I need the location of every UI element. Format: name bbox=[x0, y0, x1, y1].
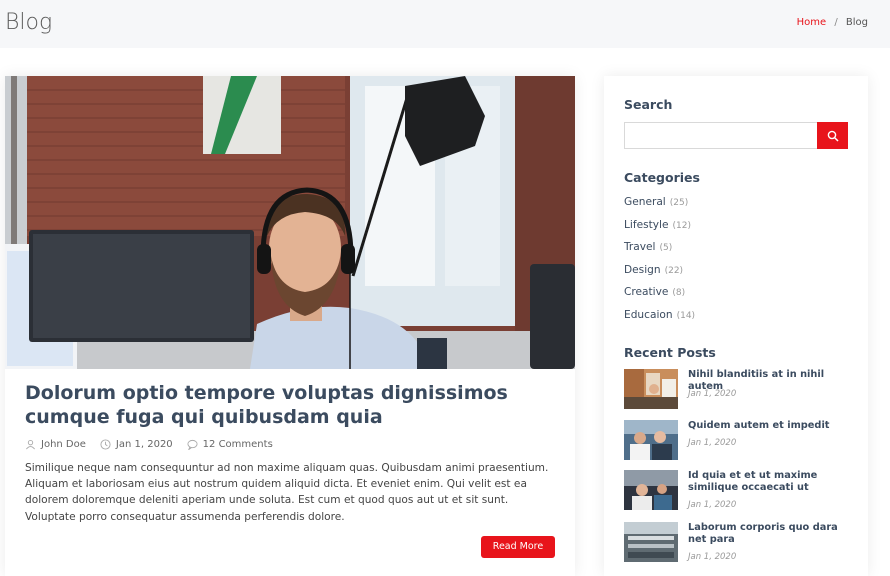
category-item-lifestyle[interactable]: Lifestyle (12) bbox=[624, 219, 695, 242]
breadcrumb-current: Blog bbox=[845, 17, 868, 28]
entry-title[interactable]: Dolorum optio tempore voluptas dignissim… bbox=[25, 381, 565, 429]
recent-post-title[interactable]: Id quia et et ut maxime similique occaec… bbox=[688, 470, 854, 494]
chat-bubble-icon bbox=[187, 439, 198, 450]
category-count: (12) bbox=[672, 220, 691, 231]
page-title: Blog bbox=[5, 10, 53, 35]
category-name: Educaion bbox=[624, 308, 673, 321]
search-form bbox=[624, 122, 848, 149]
entry-meta: John Doe Jan 1, 2020 12 Comments bbox=[25, 439, 287, 450]
categories-heading: Categories bbox=[624, 170, 700, 185]
recent-post-thumbnail[interactable] bbox=[624, 369, 678, 409]
search-icon bbox=[827, 130, 839, 142]
recent-post-title[interactable]: Quidem autem et impedit bbox=[688, 420, 854, 432]
category-name: Creative bbox=[624, 286, 669, 299]
recent-post-thumbnail[interactable] bbox=[624, 420, 678, 460]
entry-comments-count[interactable]: 12 Comments bbox=[203, 439, 273, 450]
entry-author: John Doe bbox=[25, 439, 86, 450]
recent-post-date: Jan 1, 2020 bbox=[688, 552, 737, 562]
search-heading: Search bbox=[624, 97, 673, 112]
category-name: Travel bbox=[624, 241, 656, 254]
category-item-general[interactable]: General (25) bbox=[624, 196, 695, 219]
search-button[interactable] bbox=[817, 122, 848, 149]
category-count: (22) bbox=[664, 265, 684, 276]
person-icon bbox=[26, 440, 35, 450]
category-count: (5) bbox=[659, 243, 673, 254]
breadcrumb-home-link[interactable]: Home bbox=[797, 17, 827, 28]
category-list: General (25) Lifestyle (12) Travel (5) Desi… bbox=[624, 196, 695, 332]
category-item-creative[interactable]: Creative (8) bbox=[624, 286, 695, 309]
category-item-design[interactable]: Design (22) bbox=[624, 264, 695, 287]
clock-icon bbox=[100, 439, 111, 450]
entry-date-text[interactable]: Jan 1, 2020 bbox=[116, 439, 173, 450]
recent-post-date: Jan 1, 2020 bbox=[688, 500, 737, 510]
entry-featured-image[interactable] bbox=[5, 76, 575, 369]
recent-post-date: Jan 1, 2020 bbox=[688, 389, 737, 399]
recent-post-title[interactable]: Laborum corporis quo dara net para bbox=[688, 522, 854, 546]
category-name: General bbox=[624, 196, 666, 208]
search-input[interactable] bbox=[624, 122, 818, 149]
entry-excerpt: Similique neque nam consequuntur ad non … bbox=[25, 462, 549, 523]
recent-post-thumbnail[interactable] bbox=[624, 522, 678, 562]
category-item-travel[interactable]: Travel (5) bbox=[624, 241, 695, 264]
entry-author-name[interactable]: John Doe bbox=[41, 439, 86, 450]
category-count: (14) bbox=[676, 310, 696, 321]
page-header: Blog Home / Blog bbox=[0, 0, 890, 48]
recent-post-date: Jan 1, 2020 bbox=[688, 438, 737, 448]
read-more-button[interactable]: Read More bbox=[481, 536, 555, 558]
breadcrumb: Home / Blog bbox=[797, 17, 868, 28]
recent-post-thumbnail[interactable] bbox=[624, 470, 678, 510]
recent-posts-heading: Recent Posts bbox=[624, 345, 716, 360]
blog-entry-card: Dolorum optio tempore voluptas dignissim… bbox=[5, 76, 575, 576]
category-count: (8) bbox=[672, 288, 686, 299]
category-count: (25) bbox=[669, 198, 689, 208]
breadcrumb-separator: / bbox=[834, 17, 838, 28]
entry-comments: 12 Comments bbox=[187, 439, 273, 450]
category-name: Design bbox=[624, 263, 661, 276]
category-item-educaion[interactable]: Educaion (14) bbox=[624, 309, 695, 332]
entry-date: Jan 1, 2020 bbox=[100, 439, 173, 450]
sidebar: Search Categories General (25) Lifestyle(… bbox=[604, 76, 868, 576]
category-name: Lifestyle bbox=[624, 218, 669, 231]
